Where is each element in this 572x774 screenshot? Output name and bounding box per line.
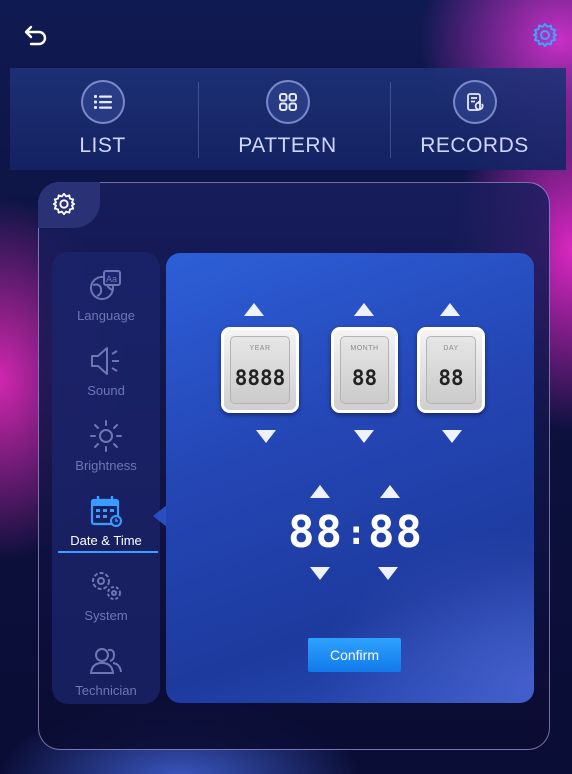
hour-down-arrow[interactable]: [310, 567, 330, 580]
sidebar-item-label: Language: [77, 308, 135, 323]
tab-pattern[interactable]: PATTERN: [195, 68, 380, 170]
svg-text:Aa: Aa: [106, 274, 117, 284]
active-pointer: [153, 505, 167, 527]
day-up-arrow[interactable]: [440, 303, 460, 316]
sidebar-item-system[interactable]: System: [52, 560, 160, 634]
calendar-icon: [90, 496, 122, 527]
panel-settings-tab: [38, 182, 100, 228]
tab-list[interactable]: LIST: [10, 68, 195, 170]
minute-up-arrow[interactable]: [380, 485, 400, 498]
sidebar-item-sound[interactable]: Sound: [52, 335, 160, 409]
year-field-face: YEAR 8888: [230, 336, 290, 404]
sidebar-item-technician[interactable]: Technician: [52, 635, 160, 709]
minute-value[interactable]: 88: [368, 507, 423, 558]
day-field[interactable]: DAY 88: [417, 327, 485, 413]
time-separator: :: [346, 513, 368, 553]
sidebar-item-date-time[interactable]: Date & Time: [52, 485, 160, 559]
year-caption: YEAR: [249, 345, 271, 352]
top-bar: [0, 0, 572, 68]
active-indicator: [58, 551, 158, 553]
time-display: 88 : 88: [284, 507, 424, 559]
sidebar-item-brightness[interactable]: Brightness: [52, 410, 160, 484]
sidebar-item-label: Technician: [75, 683, 137, 698]
month-caption: MONTH: [350, 345, 379, 352]
sidebar-item-language[interactable]: Aa Language: [52, 260, 160, 334]
users-icon: [89, 648, 122, 674]
month-field-face: MONTH 88: [340, 336, 389, 404]
records-icon: [452, 80, 497, 124]
year-down-arrow[interactable]: [256, 430, 276, 443]
hour-up-arrow[interactable]: [310, 485, 330, 498]
tab-records[interactable]: RECORDS: [382, 68, 567, 170]
pattern-icon: [265, 80, 310, 124]
gears-icon: [92, 572, 121, 600]
year-up-arrow[interactable]: [244, 303, 264, 316]
day-caption: DAY: [443, 345, 459, 352]
year-value: 8888: [234, 366, 286, 390]
settings-gear-icon[interactable]: [532, 22, 558, 48]
sidebar-item-label: Brightness: [75, 458, 137, 473]
settings-sidebar: Aa Language Sound Brightness Date & Time…: [52, 252, 160, 704]
tab-list-label: LIST: [79, 134, 126, 157]
sidebar-item-label: Date & Time: [70, 533, 142, 548]
sun-icon: [90, 420, 122, 452]
month-field[interactable]: MONTH 88: [331, 327, 398, 413]
year-field[interactable]: YEAR 8888: [221, 327, 299, 413]
month-value: 88: [351, 366, 378, 390]
minute-down-arrow[interactable]: [378, 567, 398, 580]
day-field-face: DAY 88: [426, 336, 476, 404]
month-up-arrow[interactable]: [354, 303, 374, 316]
gear-icon: [52, 192, 76, 216]
tab-records-label: RECORDS: [420, 134, 529, 157]
sidebar-item-label: System: [84, 608, 128, 623]
language-icon: Aa: [90, 270, 121, 300]
hour-value[interactable]: 88: [288, 507, 343, 558]
main-nav: LIST PATTERN RECORDS: [10, 68, 566, 170]
month-down-arrow[interactable]: [354, 430, 374, 443]
sidebar-item-label: Sound: [87, 383, 125, 398]
tab-pattern-label: PATTERN: [238, 134, 337, 157]
day-down-arrow[interactable]: [442, 430, 462, 443]
confirm-button[interactable]: Confirm: [308, 638, 401, 672]
list-icon: [80, 80, 125, 124]
day-value: 88: [438, 366, 464, 390]
back-icon[interactable]: [22, 20, 52, 50]
speaker-icon: [91, 347, 119, 375]
date-time-content: [166, 253, 534, 703]
